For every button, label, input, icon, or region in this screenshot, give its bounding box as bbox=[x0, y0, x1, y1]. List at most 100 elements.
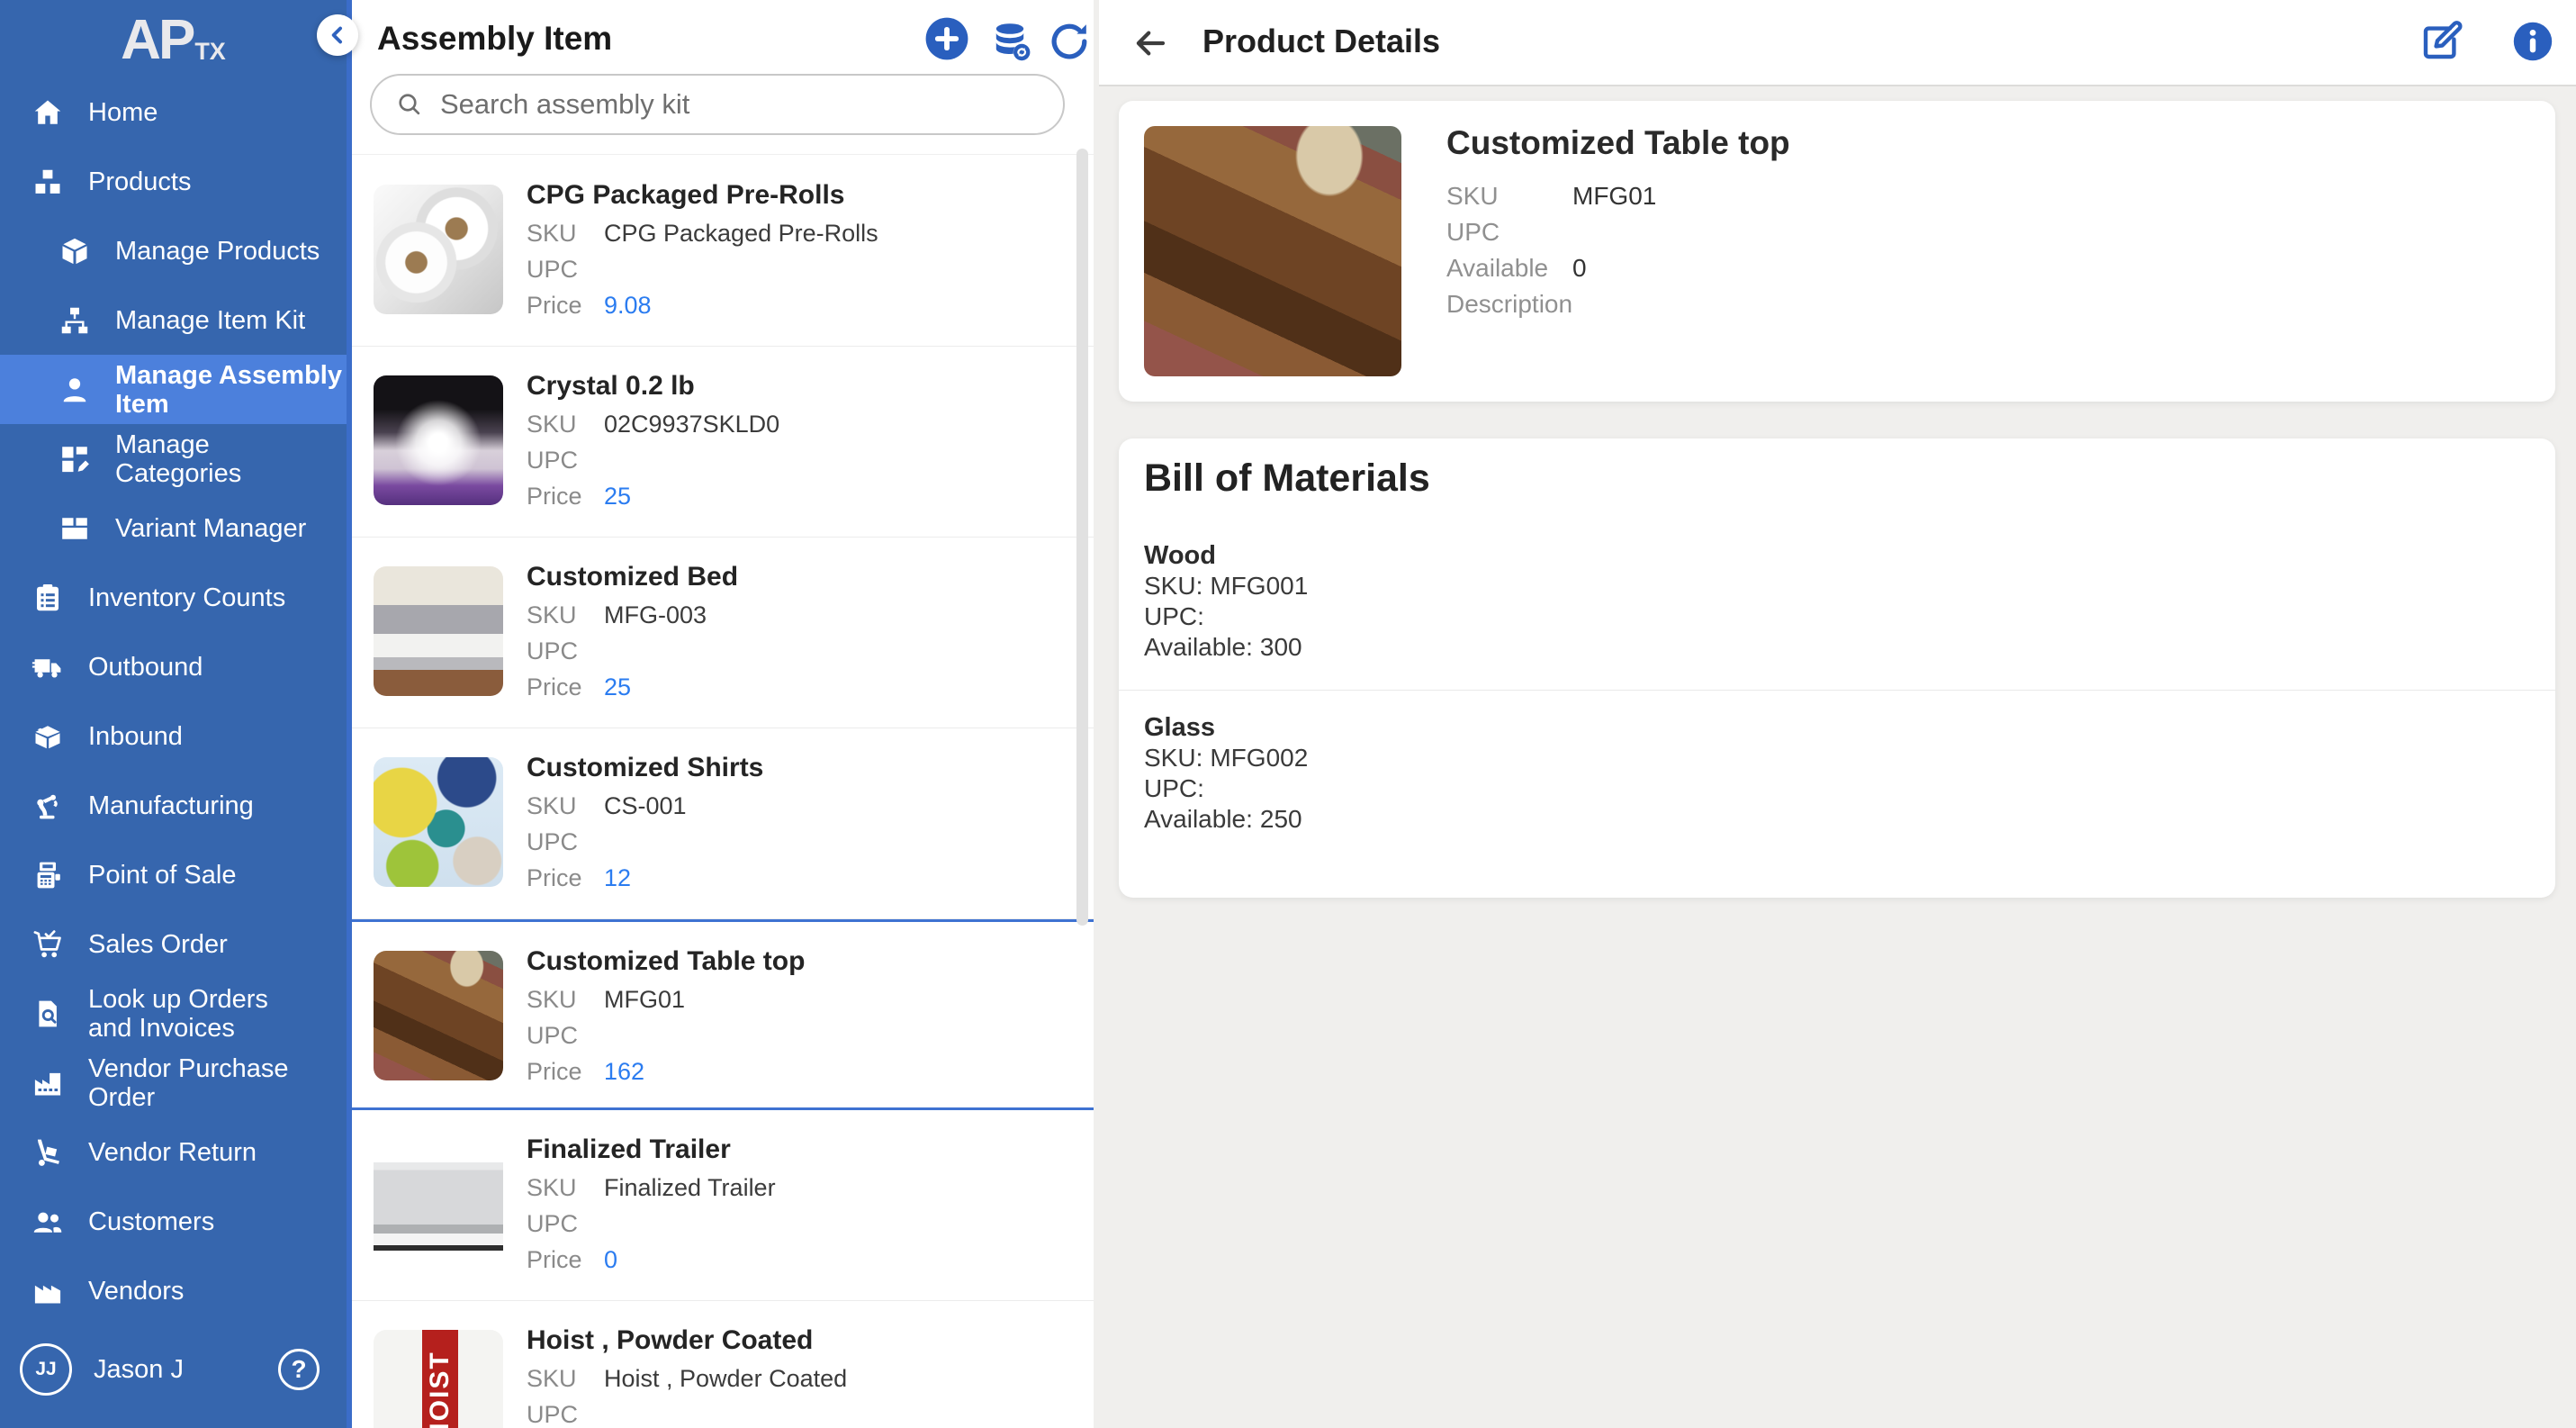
sku-label: SKU bbox=[527, 601, 604, 629]
sku-value: CS-001 bbox=[604, 792, 687, 820]
sku-value: MFG-003 bbox=[604, 601, 707, 629]
price-value: 25 bbox=[604, 483, 631, 511]
sidebar-item-label: Customers bbox=[88, 1207, 214, 1236]
inbound-box-icon bbox=[31, 719, 65, 754]
cart-check-icon bbox=[31, 927, 65, 962]
sidebar-item-label: Outbound bbox=[88, 653, 203, 682]
list-item-hoist-powder-coated[interactable]: HOIST Hoist , Powder Coated SKUHoist , P… bbox=[352, 1301, 1094, 1428]
item-title: Crystal 0.2 lb bbox=[527, 370, 779, 402]
upc-label: UPC bbox=[527, 1022, 604, 1050]
sidebar-item-label: Manage Assembly Item bbox=[115, 361, 342, 419]
sku-label: SKU bbox=[527, 792, 604, 820]
list-item-customized-table-top-selected[interactable]: Customized Table top SKUMFG01 UPC Price1… bbox=[352, 919, 1094, 1110]
edit-button[interactable] bbox=[2418, 18, 2464, 65]
sidebar-item-label: Products bbox=[88, 167, 191, 196]
sidebar-item-manage-categories[interactable]: Manage Categories bbox=[0, 424, 347, 493]
sidebar-item-label: Vendor Purchase Order bbox=[88, 1054, 315, 1112]
list-item-finalized-trailer[interactable]: Finalized Trailer SKUFinalized Trailer U… bbox=[352, 1110, 1094, 1301]
sidebar-item-inventory-counts[interactable]: Inventory Counts bbox=[0, 563, 347, 632]
bom-title: Bill of Materials bbox=[1144, 456, 2530, 501]
sidebar-item-sales-order[interactable]: Sales Order bbox=[0, 909, 347, 979]
sidebar-item-vendor-return[interactable]: Vendor Return bbox=[0, 1117, 347, 1187]
assembly-panel-header: Assembly Item bbox=[352, 0, 1094, 155]
list-item-customized-bed[interactable]: Customized Bed SKUMFG-003 UPC Price25 bbox=[352, 538, 1094, 728]
sku-label: SKU bbox=[527, 986, 604, 1014]
list-item-cpg-packaged-pre-rolls[interactable]: CPG Packaged Pre-Rolls SKUCPG Packaged P… bbox=[352, 156, 1094, 347]
sidebar-item-label: Vendors bbox=[88, 1277, 184, 1306]
sidebar-item-vendor-purchase-order[interactable]: Vendor Purchase Order bbox=[0, 1048, 347, 1117]
sidebar-item-label: Variant Manager bbox=[115, 514, 306, 543]
product-summary-card: Customized Table top SKUMFG01 UPC Availa… bbox=[1119, 101, 2555, 402]
chevron-left-icon bbox=[324, 22, 351, 49]
add-assembly-item-button[interactable] bbox=[923, 14, 971, 63]
sku-value: MFG01 bbox=[1572, 182, 1656, 211]
truck-icon bbox=[31, 650, 65, 684]
product-details-panel: Product Details Customized Table top SKU… bbox=[1099, 0, 2576, 1428]
product-thumbnail-bed bbox=[374, 566, 503, 696]
price-label: Price bbox=[527, 673, 604, 701]
database-sync-button[interactable] bbox=[987, 17, 1036, 66]
bom-available-label: Available: bbox=[1144, 633, 1253, 661]
avatar-initials: JJ bbox=[35, 1359, 56, 1380]
price-label: Price bbox=[527, 1246, 604, 1274]
sidebar-item-outbound[interactable]: Outbound bbox=[0, 632, 347, 701]
sidebar-item-customers[interactable]: Customers bbox=[0, 1187, 347, 1256]
list-item-customized-shirts[interactable]: Customized Shirts SKUCS-001 UPC Price12 bbox=[352, 728, 1094, 919]
variant-box-icon bbox=[58, 511, 92, 546]
info-button[interactable] bbox=[2509, 18, 2556, 65]
sidebar-item-label: Manufacturing bbox=[88, 791, 254, 820]
sidebar: AP TX Home Products Manage Products Mana… bbox=[0, 0, 347, 1428]
product-thumbnail-shirts bbox=[374, 757, 503, 887]
bom-upc-label: UPC: bbox=[1144, 602, 1204, 630]
back-button[interactable] bbox=[1129, 22, 1172, 65]
list-scrollbar[interactable] bbox=[1076, 149, 1088, 926]
sidebar-item-inbound[interactable]: Inbound bbox=[0, 701, 347, 771]
item-title: Customized Table top bbox=[527, 945, 805, 978]
sidebar-item-label: Sales Order bbox=[88, 930, 228, 959]
details-header: Product Details bbox=[1099, 0, 2576, 86]
sidebar-item-variant-manager[interactable]: Variant Manager bbox=[0, 493, 347, 563]
edit-pencil-icon bbox=[2419, 20, 2463, 63]
app-window: AP TX Home Products Manage Products Mana… bbox=[0, 0, 2576, 1428]
avatar[interactable]: JJ bbox=[20, 1343, 72, 1396]
sidebar-item-lookup-orders-invoices[interactable]: Look up Orders and Invoices bbox=[0, 979, 347, 1048]
price-value: 9.08 bbox=[604, 292, 652, 320]
sku-value: CPG Packaged Pre-Rolls bbox=[604, 220, 878, 248]
sidebar-item-point-of-sale[interactable]: Point of Sale bbox=[0, 840, 347, 909]
sidebar-item-manage-products[interactable]: Manage Products bbox=[0, 216, 347, 285]
bom-item-wood: Wood SKU:MFG001 UPC: Available:300 bbox=[1119, 501, 2555, 690]
sidebar-item-products[interactable]: Products bbox=[0, 147, 347, 216]
bill-of-materials-card: Bill of Materials Wood SKU:MFG001 UPC: A… bbox=[1119, 438, 2555, 898]
sidebar-collapse-button[interactable] bbox=[317, 14, 358, 56]
product-image-table-top bbox=[1144, 126, 1401, 376]
price-label: Price bbox=[527, 483, 604, 511]
price-value: 12 bbox=[604, 864, 631, 892]
price-label: Price bbox=[527, 292, 604, 320]
sidebar-nav: Home Products Manage Products Manage Ite… bbox=[0, 77, 347, 1325]
sidebar-item-manage-item-kit[interactable]: Manage Item Kit bbox=[0, 285, 347, 355]
search-box bbox=[370, 74, 1065, 135]
bom-item-glass: Glass SKU:MFG002 UPC: Available:250 bbox=[1119, 690, 2555, 862]
info-icon bbox=[2511, 20, 2554, 63]
description-label: Description bbox=[1446, 290, 1572, 319]
item-title: Hoist , Powder Coated bbox=[527, 1324, 847, 1357]
sidebar-item-manage-assembly-item[interactable]: Manage Assembly Item bbox=[0, 355, 347, 424]
sidebar-item-label: Inbound bbox=[88, 722, 183, 751]
hoist-banner-text: HOIST bbox=[422, 1330, 458, 1428]
sidebar-item-label: Look up Orders and Invoices bbox=[88, 985, 315, 1043]
price-value: 25 bbox=[604, 673, 631, 701]
search-input[interactable] bbox=[440, 88, 1016, 121]
sidebar-item-label: Manage Item Kit bbox=[115, 306, 305, 335]
bom-sku-value: MFG001 bbox=[1210, 572, 1308, 600]
help-icon[interactable]: ? bbox=[278, 1349, 320, 1390]
sidebar-item-home[interactable]: Home bbox=[0, 77, 347, 147]
product-thumbnail-crystal bbox=[374, 375, 503, 505]
people-icon bbox=[31, 1205, 65, 1239]
available-label: Available bbox=[1446, 254, 1572, 283]
sidebar-item-vendors[interactable]: Vendors bbox=[0, 1256, 347, 1325]
list-item-crystal[interactable]: Crystal 0.2 lb SKU02C9937SKLD0 UPC Price… bbox=[352, 347, 1094, 538]
sidebar-item-label: Vendor Return bbox=[88, 1138, 257, 1167]
open-box-icon bbox=[58, 234, 92, 268]
refresh-button[interactable] bbox=[1045, 17, 1094, 66]
sidebar-item-manufacturing[interactable]: Manufacturing bbox=[0, 771, 347, 840]
